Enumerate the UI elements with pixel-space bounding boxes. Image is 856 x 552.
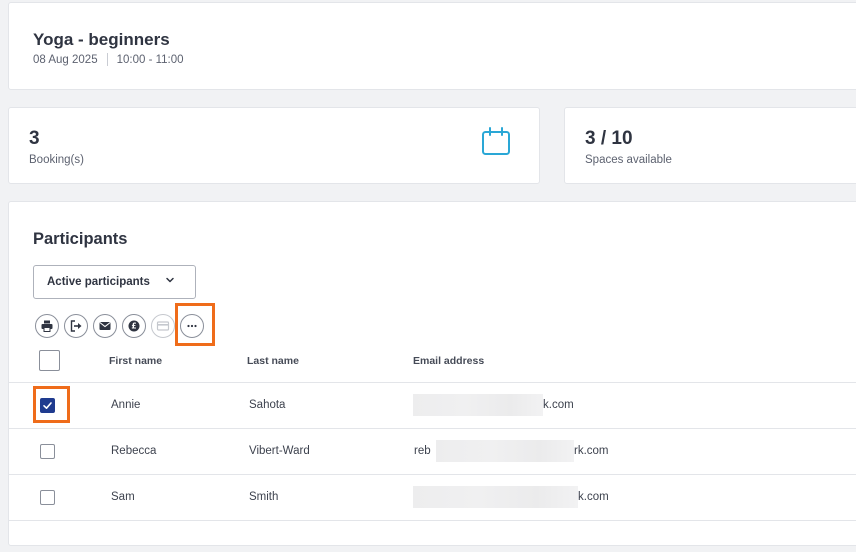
redacted-email-block	[413, 394, 543, 416]
last-name-cell: Vibert-Ward	[249, 445, 310, 457]
checkmark-icon	[43, 402, 52, 409]
spaces-card: 3 / 10 Spaces available	[564, 107, 856, 184]
first-name-cell: Sam	[111, 491, 135, 503]
more-actions-button[interactable]	[180, 314, 204, 338]
first-name-cell: Annie	[111, 399, 141, 411]
export-icon	[70, 320, 82, 332]
select-all-checkbox[interactable]	[39, 350, 60, 371]
printer-icon	[41, 320, 53, 332]
payment-button[interactable]: £	[122, 314, 146, 338]
row-checkbox[interactable]	[40, 444, 55, 459]
bookings-label: Booking(s)	[29, 154, 84, 166]
session-header-card: Yoga - beginners 08 Aug 2025 10:00 - 11:…	[8, 2, 856, 90]
table-row[interactable]: Rebecca Vibert-Ward reb rk.com	[9, 429, 856, 475]
bookings-count: 3	[29, 128, 40, 149]
email-cell-start: reb	[414, 445, 431, 457]
last-name-cell: Sahota	[249, 399, 286, 411]
filter-selected-value: Active participants	[47, 276, 150, 288]
calendar-icon	[481, 126, 511, 156]
card-payment-button[interactable]	[151, 314, 175, 338]
divider	[106, 53, 108, 66]
column-header-first-name[interactable]: First name	[109, 355, 162, 367]
redacted-email-block	[436, 440, 574, 462]
pound-coin-icon: £	[128, 320, 140, 332]
spaces-count: 3 / 10	[585, 128, 633, 149]
credit-card-icon	[156, 321, 170, 331]
column-header-email[interactable]: Email address	[413, 355, 484, 367]
last-name-cell: Smith	[249, 491, 279, 503]
participants-title: Participants	[33, 230, 128, 248]
print-button[interactable]	[35, 314, 59, 338]
ellipsis-icon	[187, 324, 197, 328]
session-time: 10:00 - 11:00	[116, 53, 184, 66]
column-header-last-name[interactable]: Last name	[247, 355, 299, 367]
chevron-down-icon	[165, 275, 175, 285]
svg-text:£: £	[131, 322, 136, 331]
email-button[interactable]	[93, 314, 117, 338]
table-header-row: First name Last name Email address	[9, 345, 856, 383]
row-checkbox[interactable]	[40, 398, 55, 413]
spaces-label: Spaces available	[585, 154, 672, 166]
redacted-email-block	[413, 486, 578, 508]
email-cell-end: k.com	[578, 491, 609, 503]
first-name-cell: Rebecca	[111, 445, 157, 457]
session-date: 08 Aug 2025	[33, 53, 98, 66]
participants-filter-dropdown[interactable]: Active participants	[33, 265, 196, 299]
table-row[interactable]: Sam Smith k.com	[9, 475, 856, 521]
row-checkbox[interactable]	[40, 490, 55, 505]
table-row[interactable]: Annie Sahota k.com	[9, 383, 856, 429]
email-cell-end: rk.com	[574, 445, 609, 457]
session-title: Yoga - beginners	[33, 30, 170, 49]
export-button[interactable]	[64, 314, 88, 338]
participants-card: Participants Active participants £ First…	[8, 201, 856, 546]
envelope-icon	[99, 322, 111, 330]
session-date-time: 08 Aug 2025 10:00 - 11:00	[33, 53, 184, 66]
bookings-card: 3 Booking(s)	[8, 107, 540, 184]
email-cell-end: k.com	[543, 399, 574, 411]
